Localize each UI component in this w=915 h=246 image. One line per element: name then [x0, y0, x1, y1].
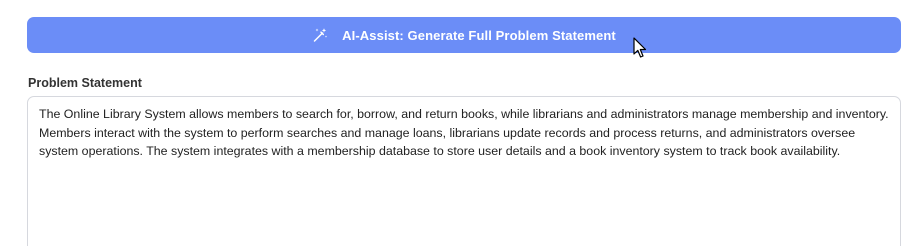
mouse-cursor-icon [633, 37, 647, 58]
problem-statement-label: Problem Statement [28, 76, 142, 90]
problem-statement-panel: AI-Assist: Generate Full Problem Stateme… [0, 0, 915, 246]
magic-wand-icon [312, 27, 328, 43]
ai-assist-button-label: AI-Assist: Generate Full Problem Stateme… [342, 27, 616, 43]
ai-assist-generate-button[interactable]: AI-Assist: Generate Full Problem Stateme… [27, 17, 901, 53]
problem-statement-textarea[interactable]: The Online Library System allows members… [27, 96, 901, 246]
